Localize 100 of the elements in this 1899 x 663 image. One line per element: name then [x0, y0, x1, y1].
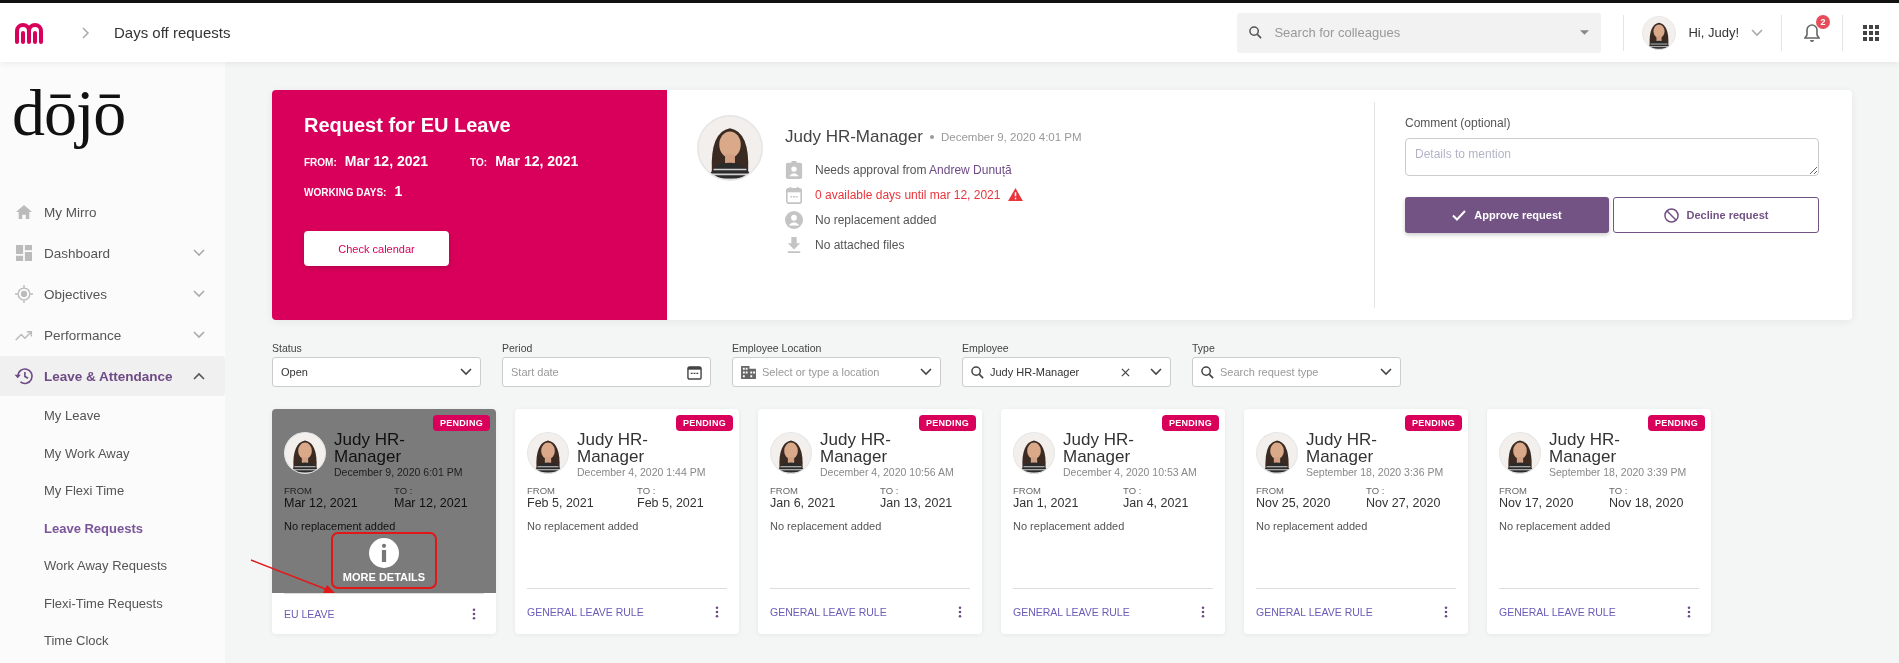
status-badge: PENDING — [1161, 415, 1219, 431]
request-card[interactable]: Judy HR-Manager September 18, 2020 3:36 PM FROM TO : Nov 25, 2020 Nov 27, 2020 No replacement added GENERAL LEAVE RULE PENDING — [1244, 409, 1468, 634]
chevron-icon — [920, 368, 932, 376]
status-badge: PENDING — [432, 415, 490, 431]
status-badge: PENDING — [1404, 415, 1462, 431]
bell-icon[interactable] — [1804, 23, 1820, 42]
leave-type-link[interactable]: GENERAL LEAVE RULE — [1013, 605, 1130, 618]
separator-dot — [929, 135, 934, 139]
request-date: December 4, 2020 10:56 AM — [820, 466, 954, 478]
check-calendar-button[interactable]: Check calendar — [304, 231, 449, 266]
chevron-icon — [1751, 28, 1763, 37]
greeting[interactable]: Hi, Judy! — [1688, 25, 1739, 40]
type-select[interactable]: Search request type — [1192, 357, 1401, 387]
chevron-icon — [82, 26, 90, 39]
more-options-icon[interactable] — [1444, 605, 1448, 618]
from-label: FROM — [527, 485, 556, 496]
sidebar-subitem[interactable]: Flexi-Time Requests — [0, 584, 225, 622]
dashboard-icon — [14, 245, 34, 261]
target-icon — [14, 285, 34, 303]
status-badge: PENDING — [1647, 415, 1705, 431]
check-icon — [1452, 209, 1467, 221]
employee-select[interactable]: Judy HR-Manager — [962, 357, 1171, 387]
more-options-icon[interactable] — [958, 605, 962, 618]
caret-icon — [1580, 30, 1590, 35]
working-days-label: WORKING DAYS: — [304, 187, 387, 198]
from-label: FROM — [1256, 485, 1285, 496]
leave-type-link[interactable]: EU LEAVE — [284, 608, 335, 620]
to-date: Nov 27, 2020 — [1366, 496, 1442, 510]
requester-name: Judy HR-Manager — [785, 127, 923, 147]
type-search-field[interactable]: Search request type — [1220, 366, 1374, 378]
chevron-icon — [193, 290, 205, 298]
sidebar-item[interactable]: Leave & Attendance — [0, 356, 225, 396]
sidebar-item[interactable]: My Mirro — [0, 192, 225, 232]
replacement-text: No replacement added — [1013, 520, 1126, 532]
sidebar-subitem[interactable]: My Flexi Time — [0, 472, 225, 510]
to-label: TO : — [880, 485, 900, 496]
employee-name: Judy HR-Manager — [1549, 431, 1621, 465]
from-label: FROM — [1013, 485, 1042, 496]
leave-type-link[interactable]: GENERAL LEAVE RULE — [770, 605, 887, 618]
filter-label: Period — [502, 342, 534, 354]
apps-grid-icon[interactable] — [1863, 24, 1879, 41]
to-label: TO : — [1123, 485, 1143, 496]
sidebar-item[interactable]: Objectives — [0, 274, 225, 314]
notification-count: 2 — [1816, 14, 1830, 29]
info-icon — [369, 538, 399, 568]
more-options-icon[interactable] — [1201, 605, 1205, 618]
decline-button[interactable]: Decline request — [1613, 197, 1819, 233]
status-select[interactable]: Open — [272, 357, 481, 387]
leave-type-link[interactable]: GENERAL LEAVE RULE — [1499, 605, 1616, 618]
sidebar-subitem[interactable]: My Work Away — [0, 434, 225, 472]
request-card[interactable]: Judy HR-Manager December 4, 2020 10:53 AM FROM TO : Jan 1, 2021 Jan 4, 2021 No replacement added GENERAL LEAVE RULE PENDING — [1001, 409, 1225, 634]
status-dropdown[interactable]: Open — [281, 366, 454, 378]
leave-type-link[interactable]: GENERAL LEAVE RULE — [527, 605, 644, 618]
employee-search-field[interactable]: Judy HR-Manager — [990, 366, 1115, 378]
trend-icon — [14, 329, 34, 341]
request-card[interactable]: Judy HR-Manager September 18, 2020 3:39 PM FROM TO : Nov 17, 2020 Nov 18, 2020 No replacement added GENERAL LEAVE RULE PENDING — [1487, 409, 1711, 634]
search-icon — [1201, 365, 1214, 379]
location-field[interactable]: Select or type a location — [762, 366, 914, 378]
search-field[interactable]: Search for colleagues — [1272, 24, 1571, 41]
request-date: December 9, 2020 6:01 PM — [334, 466, 463, 478]
approve-button[interactable]: Approve request — [1405, 197, 1609, 233]
sidebar-subitem[interactable]: Time Clock — [0, 622, 225, 660]
more-options-icon[interactable] — [715, 605, 719, 618]
period-picker[interactable]: Start date — [502, 357, 711, 387]
to-date: Mar 12, 2021 — [495, 153, 579, 169]
sidebar-subitem[interactable]: Work Away Requests — [0, 547, 225, 585]
approver-link[interactable]: Andrew Dunuță — [929, 162, 1012, 177]
clear-icon[interactable] — [1121, 367, 1130, 377]
more-options-icon[interactable] — [472, 608, 476, 620]
sidebar-subitem[interactable]: My Leave — [0, 397, 225, 435]
date-field[interactable]: Start date — [511, 366, 681, 378]
more-options-icon[interactable] — [1687, 605, 1691, 618]
sidebar-subitem[interactable]: Leave Requests — [0, 509, 225, 547]
search-icon — [1249, 26, 1263, 39]
replacement-text: No replacement added — [527, 520, 640, 532]
history-icon — [14, 367, 34, 385]
comment-field[interactable]: Details to mention — [1405, 138, 1819, 176]
person-icon — [785, 210, 803, 229]
request-card[interactable]: Judy HR-Manager December 9, 2020 6:01 PM FROM TO : Mar 12, 2021 Mar 12, 2021 No replacement added MORE DETAILS EU LEAVE PENDING — [272, 409, 496, 634]
leave-type-link[interactable]: GENERAL LEAVE RULE — [1256, 605, 1373, 618]
replacement-text: No replacement added — [1499, 520, 1612, 532]
request-card[interactable]: Judy HR-Manager December 4, 2020 1:44 PM FROM TO : Feb 5, 2021 Feb 5, 2021 No replacement added GENERAL LEAVE RULE PENDING — [515, 409, 739, 634]
more-details-button[interactable]: MORE DETAILS — [330, 532, 438, 589]
to-label: TO : — [1609, 485, 1629, 496]
warning-text: 0 available days until mar 12, 2021 — [815, 187, 1001, 202]
filter-label: Employee Location — [732, 342, 823, 354]
from-date: Jan 1, 2021 — [1013, 496, 1080, 510]
detail-text: No replacement added — [815, 212, 937, 227]
employee-name: Judy HR-Manager — [577, 431, 649, 465]
sidebar-item[interactable]: Dashboard — [0, 233, 225, 273]
page-title: Days off requests — [114, 24, 231, 41]
employee-name: Judy HR-Manager — [820, 431, 892, 465]
location-select[interactable]: Select or type a location — [732, 357, 941, 387]
sidebar-item[interactable]: Performance — [0, 315, 225, 355]
status-badge: PENDING — [918, 415, 976, 431]
search-box[interactable]: Search for colleagues — [1237, 12, 1602, 53]
employee-name: Judy HR-Manager — [334, 431, 406, 465]
to-label: TO : — [1366, 485, 1386, 496]
chevron-icon — [193, 372, 205, 380]
request-card[interactable]: Judy HR-Manager December 4, 2020 10:56 AM FROM TO : Jan 6, 2021 Jan 13, 2021 No replacement added GENERAL LEAVE RULE PENDING — [758, 409, 982, 634]
